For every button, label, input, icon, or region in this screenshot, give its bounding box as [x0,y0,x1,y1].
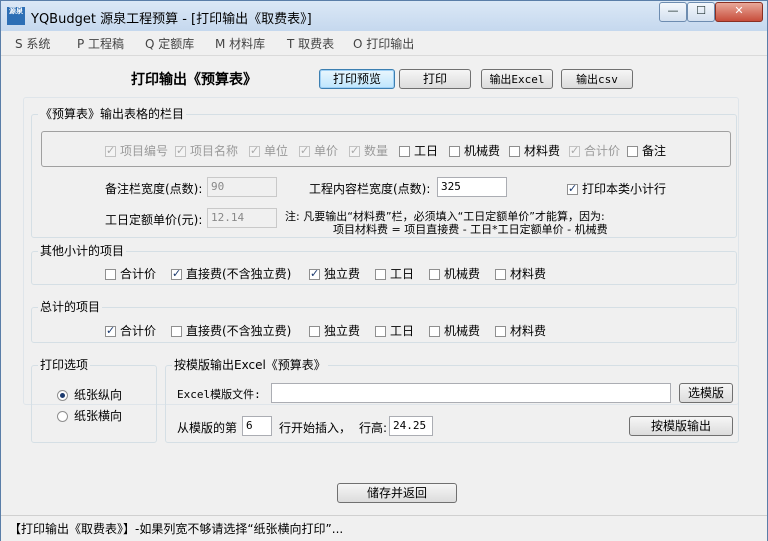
remark-width-input[interactable]: 90 [207,177,277,197]
main-content: 打印输出《预算表》 打印预览 打印 输出Excel 输出csv 《预算表》输出表… [7,57,761,513]
start-row-suffix: 行开始插入， [279,421,352,435]
start-row-input[interactable]: 6 [242,416,272,436]
portrait-radio[interactable]: 纸张纵向 [57,386,122,403]
columns-group-label: 《预算表》输出表格的栏目 [38,105,187,122]
total-machine-fee-checkbox[interactable]: 机械费 [429,322,480,338]
total-labor-checkbox[interactable]: 工日 [375,322,414,338]
menu-quota-library[interactable]: Q 定额库 [145,35,194,52]
print-preview-button[interactable]: 打印预览 [319,69,395,89]
total-total-price-checkbox[interactable]: 合计价 [105,322,156,338]
start-row-prefix: 从模版的第 [177,421,238,435]
labor-price-input[interactable]: 12.14 [207,208,277,228]
template-file-label: Excel模版文件: [177,388,261,401]
maximize-button[interactable]: ☐ [687,2,715,22]
subtotal-machine-fee-checkbox[interactable]: 机械费 [429,265,480,281]
print-subtotal-checkbox[interactable]: 打印本类小计行 [567,180,666,196]
menu-system[interactable]: S 系统 [15,35,50,52]
note-line-2: 项目材料费 = 项目直接费 - 工日*工日定额单价 - 机械费 [333,223,608,236]
menu-fee-table[interactable]: T 取费表 [287,35,334,52]
status-bar: 【打印输出《取费表》】-如果列宽不够请选择“纸张横向打印”... [1,515,767,541]
subtotal-total-price-checkbox[interactable]: 合计价 [105,265,156,281]
export-csv-button[interactable]: 输出csv [561,69,633,89]
col-material-fee-checkbox[interactable]: 材料费 [509,142,560,158]
col-total-price-checkbox[interactable]: 合计价 [569,142,620,158]
menu-print-output[interactable]: O 打印输出 [353,35,414,52]
subtotal-labor-checkbox[interactable]: 工日 [375,265,414,281]
col-item-code-checkbox[interactable]: 项目编号 [105,142,168,158]
close-button[interactable]: ✕ [715,2,763,22]
save-and-return-button[interactable]: 储存并返回 [337,483,457,503]
subtotal-group-label: 其他小计的项目 [38,242,127,259]
col-remark-checkbox[interactable]: 备注 [627,142,666,158]
content-width-label: 工程内容栏宽度(点数): [309,182,431,196]
menu-bar: S 系统 P 工程稿 Q 定额库 M 材料库 T 取费表 O 打印输出 [1,31,767,56]
status-text: 【打印输出《取费表》】-如果列宽不够请选择“纸张横向打印”... [9,522,344,536]
col-machine-fee-checkbox[interactable]: 机械费 [449,142,500,158]
menu-project[interactable]: P 工程稿 [77,35,124,52]
col-labor-checkbox[interactable]: 工日 [399,142,438,158]
choose-template-button[interactable]: 选模版 [679,383,733,403]
minimize-button[interactable]: — [659,2,687,22]
total-material-fee-checkbox[interactable]: 材料费 [495,322,546,338]
total-direct-fee-checkbox[interactable]: 直接费(不含独立费) [171,322,291,338]
app-window: 源泉 YQBudget 源泉工程预算 - [打印输出《取费表》] — ☐ ✕ S… [0,0,768,541]
window-title: YQBudget 源泉工程预算 - [打印输出《取费表》] [31,12,312,27]
content-width-input[interactable]: 325 [437,177,507,197]
template-file-input[interactable] [271,383,671,403]
subtotal-direct-fee-checkbox[interactable]: 直接费(不含独立费) [171,265,291,281]
row-height-input[interactable]: 24.25 [389,416,433,436]
template-output-button[interactable]: 按模版输出 [629,416,733,436]
remark-width-label: 备注栏宽度(点数): [105,182,203,196]
landscape-radio[interactable]: 纸张横向 [57,407,122,424]
total-independent-fee-checkbox[interactable]: 独立费 [309,322,360,338]
col-unit-checkbox[interactable]: 单位 [249,142,288,158]
col-quantity-checkbox[interactable]: 数量 [349,142,388,158]
subtotal-material-fee-checkbox[interactable]: 材料费 [495,265,546,281]
app-logo-icon: 源泉 [7,7,25,25]
subtotal-independent-fee-checkbox[interactable]: 独立费 [309,265,360,281]
total-group-label: 总计的项目 [38,298,103,315]
row-height-label: 行高: [359,421,388,435]
print-options-group: 打印选项 [31,356,157,443]
template-group-label: 按模版输出Excel《预算表》 [172,356,328,373]
page-title: 打印输出《预算表》 [131,72,257,88]
menu-material-library[interactable]: M 材料库 [215,35,265,52]
print-options-label: 打印选项 [38,356,91,373]
title-bar[interactable]: 源泉 YQBudget 源泉工程预算 - [打印输出《取费表》] — ☐ ✕ [1,1,767,31]
export-excel-button[interactable]: 输出Excel [481,69,553,89]
col-item-name-checkbox[interactable]: 项目名称 [175,142,238,158]
print-button[interactable]: 打印 [399,69,471,89]
col-unit-price-checkbox[interactable]: 单价 [299,142,338,158]
labor-price-label: 工日定额单价(元): [105,213,203,227]
